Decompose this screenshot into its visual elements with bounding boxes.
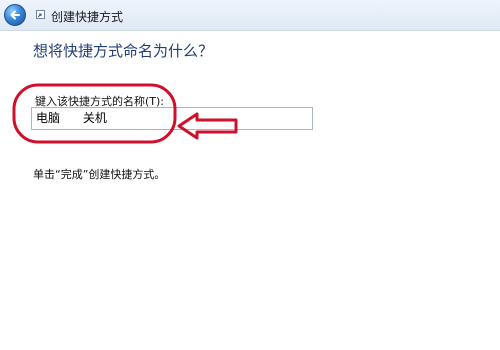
title-bar: 创建快捷方式: [0, 0, 500, 31]
shortcut-name-input[interactable]: 电脑 关机: [31, 107, 313, 130]
back-arrow-icon: [10, 10, 20, 20]
page-heading: 想将快捷方式命名为什么？: [33, 42, 214, 60]
back-button[interactable]: [4, 4, 26, 26]
shortcut-icon: [36, 10, 45, 19]
window-title: 创建快捷方式: [51, 10, 124, 24]
finish-hint: 单击“完成”创建快捷方式。: [33, 168, 166, 181]
